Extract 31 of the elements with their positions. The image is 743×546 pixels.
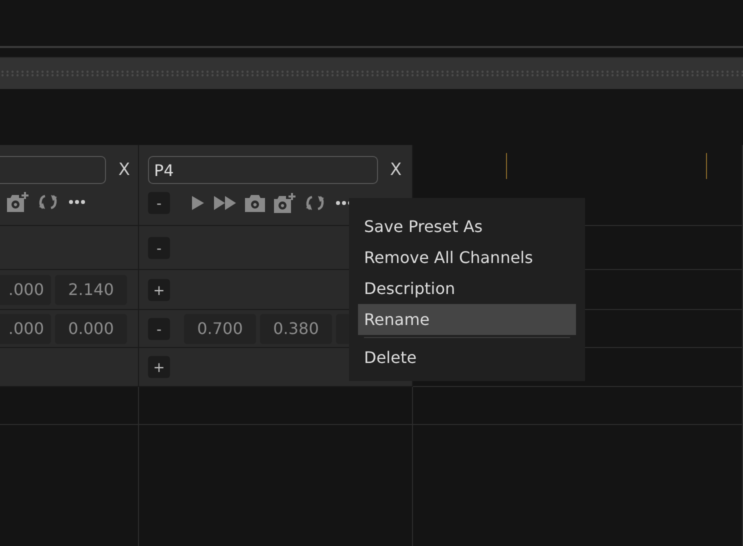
menu-item[interactable]: Remove All Channels bbox=[358, 242, 576, 273]
marker-line bbox=[706, 153, 707, 179]
value-field[interactable]: 0.000 bbox=[55, 314, 127, 344]
menu-item[interactable]: Delete bbox=[358, 342, 576, 373]
close-button[interactable]: X bbox=[390, 160, 402, 180]
name-field[interactable] bbox=[0, 156, 106, 184]
value-field[interactable]: 0.380 bbox=[260, 314, 332, 344]
camera-icon[interactable] bbox=[245, 194, 265, 212]
splitter-handle[interactable] bbox=[0, 57, 743, 89]
menu-item[interactable]: Rename bbox=[358, 304, 576, 335]
camera-plus-icon[interactable] bbox=[7, 192, 29, 212]
camera-plus-icon[interactable] bbox=[274, 193, 296, 213]
fast-forward-icon[interactable] bbox=[214, 196, 236, 210]
cycle-icon[interactable] bbox=[305, 194, 325, 212]
value-field[interactable]: .000 bbox=[0, 314, 51, 344]
value-field[interactable]: 2.140 bbox=[55, 274, 127, 304]
add-button[interactable]: + bbox=[148, 356, 170, 378]
name-field[interactable]: P4 bbox=[148, 156, 378, 184]
remove-button[interactable]: - bbox=[148, 192, 170, 214]
remove-button[interactable]: - bbox=[148, 318, 170, 340]
add-button[interactable]: + bbox=[148, 278, 170, 300]
close-button[interactable]: X bbox=[118, 160, 130, 180]
value-field[interactable]: .000 bbox=[0, 274, 51, 304]
menu-item[interactable]: Description bbox=[358, 273, 576, 304]
more-icon[interactable] bbox=[69, 200, 85, 204]
menu-item[interactable]: Save Preset As bbox=[358, 211, 576, 242]
marker-line bbox=[506, 153, 507, 179]
value-field[interactable]: 0.700 bbox=[184, 314, 256, 344]
remove-button[interactable]: - bbox=[148, 236, 170, 258]
play-icon[interactable] bbox=[189, 195, 205, 211]
cycle-icon[interactable] bbox=[38, 193, 58, 211]
